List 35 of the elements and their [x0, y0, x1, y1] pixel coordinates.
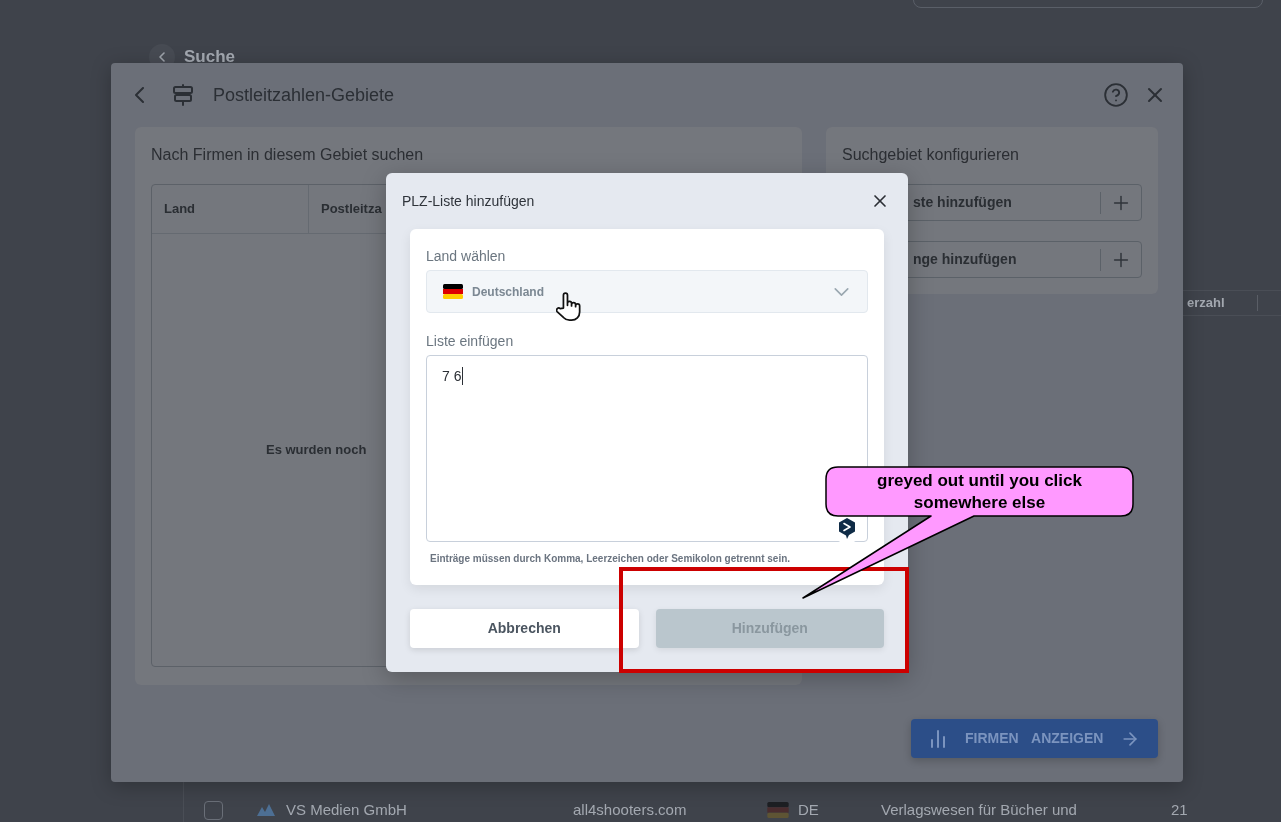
card-title: Suchgebiet konfigurieren [842, 145, 1020, 165]
callout-text: greyed out until you click somewhere else [876, 469, 1083, 514]
company-logo-icon [256, 803, 276, 817]
list-textarea[interactable]: 7 6 [426, 355, 868, 542]
empty-message: Es wurden noch [266, 441, 367, 460]
hand-cursor-icon [556, 292, 581, 322]
company-name: VS Medien GmbH [286, 801, 408, 819]
row-checkbox[interactable] [204, 800, 223, 820]
modal-title: Postleitzahlen-Gebiete [213, 83, 395, 107]
country-code: DE [798, 801, 820, 819]
column-header: erzahl [1186, 294, 1226, 313]
dialog-title: PLZ-Liste hinzufügen [402, 191, 535, 211]
hint-text: Einträge müssen durch Komma, Leerzeichen oder Semikolon getrennt sein. [429, 553, 792, 565]
chevron-left-icon [134, 87, 144, 103]
flag-icon [766, 802, 790, 818]
show-companies-button[interactable]: FIRMEN ANZEIGEN [911, 719, 1158, 758]
website-text: all4shooters.com [573, 801, 688, 819]
flag-icon [443, 284, 463, 299]
card-title: Nach Firmen in diesem Gebiet suchen [151, 145, 425, 165]
bar-chart-icon [930, 729, 946, 748]
signpost-icon [173, 84, 193, 106]
field-label: Land wählen [426, 247, 507, 265]
dialog-button[interactable]: Abbrechen [410, 609, 639, 648]
text-caret-icon [462, 367, 464, 385]
field-label: Liste einfügen [426, 332, 515, 350]
column-header: Land [152, 185, 309, 233]
chevron-down-icon [834, 287, 849, 296]
country-select[interactable]: Deutschland [426, 270, 868, 313]
column-header: Postleitza [320, 200, 382, 219]
count-text: 21 [1171, 801, 1188, 819]
chevron-left-icon [159, 52, 165, 62]
industry-text: Verlagswesen für Bücher und [881, 801, 1078, 819]
help-icon [1103, 82, 1129, 108]
help-button[interactable] [1103, 82, 1129, 108]
page-heading: Suche [184, 47, 236, 67]
